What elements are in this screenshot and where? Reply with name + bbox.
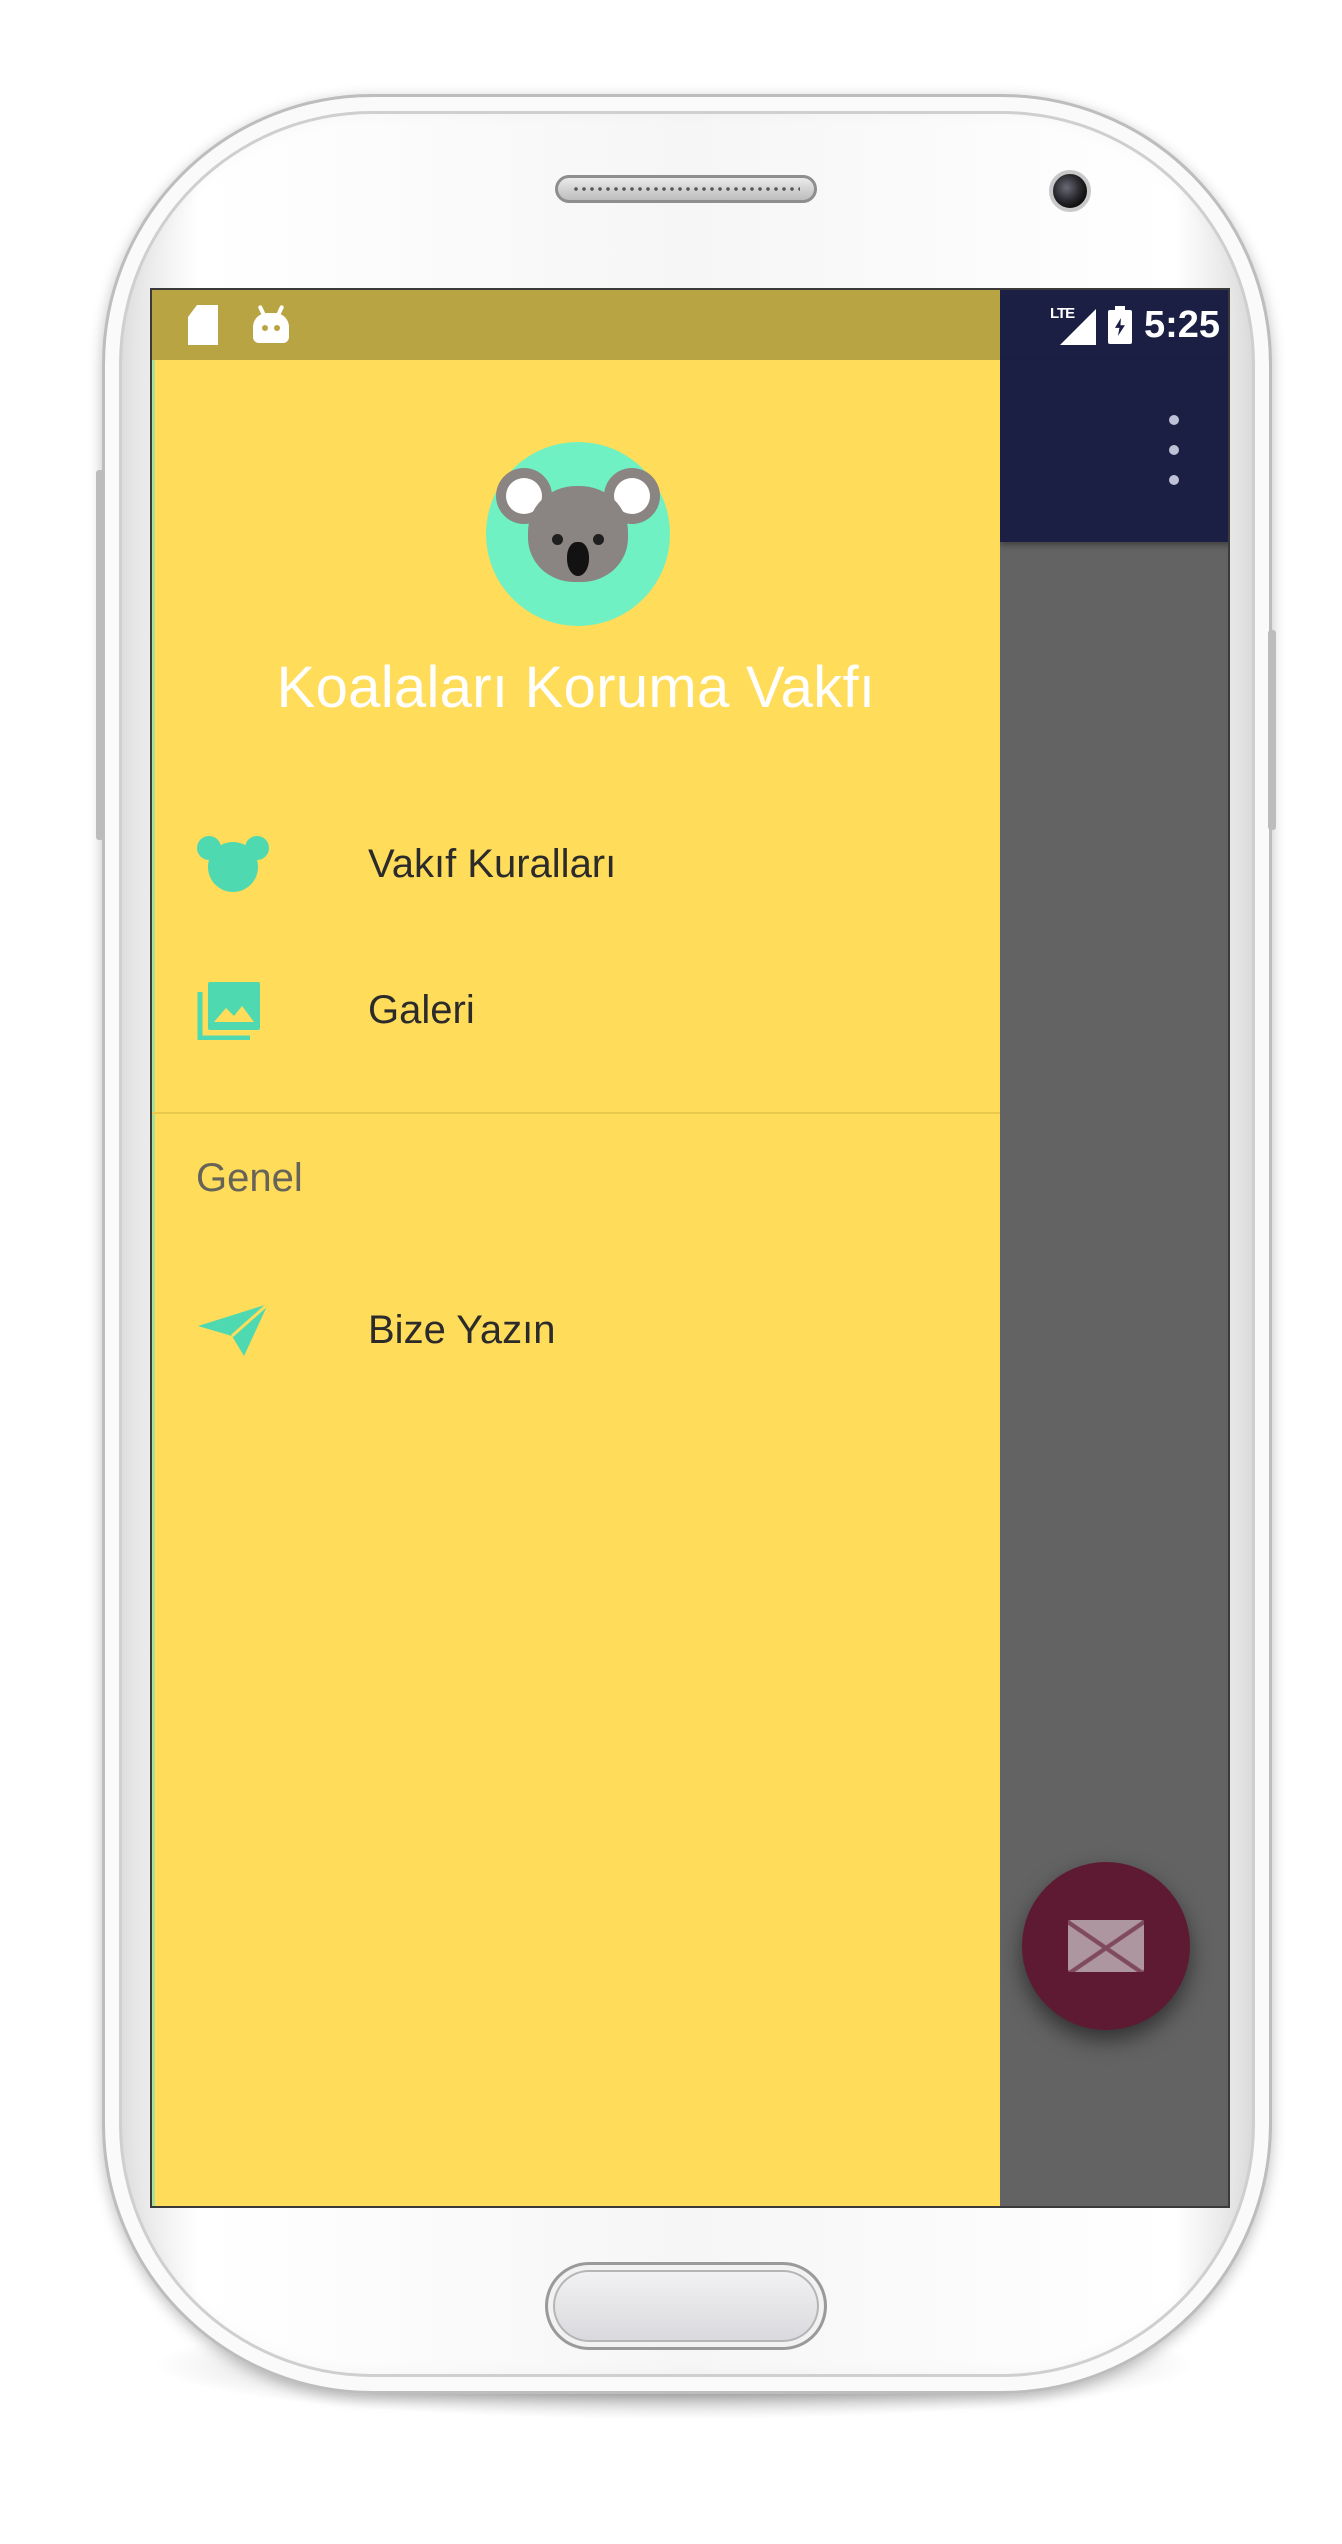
navigation-drawer: Koalaları Koruma Vakfı Vakıf Kuralları G… bbox=[152, 360, 1000, 2206]
phone-screen: LTE 5:25 Koalaları Koruma Vakfı Vakıf Ku… bbox=[150, 288, 1230, 2208]
signal-strength-icon bbox=[1059, 309, 1096, 345]
status-clock: 5:25 bbox=[1143, 303, 1220, 346]
drawer-section-header: Genel bbox=[196, 1156, 303, 1200]
drawer-item-galeri[interactable]: Galeri bbox=[152, 946, 1000, 1074]
drawer-divider bbox=[152, 1112, 1000, 1114]
speaker-grille bbox=[572, 185, 800, 193]
drawer-item-label: Bize Yazın bbox=[368, 1307, 556, 1352]
signal-icon: LTE bbox=[1050, 305, 1096, 345]
status-icons: LTE 5:25 bbox=[1000, 290, 1228, 360]
drawer-header-title: Koalaları Koruma Vakfı bbox=[276, 655, 876, 720]
app-bar bbox=[1000, 360, 1228, 542]
drawer-item-bize-yazin[interactable]: Bize Yazın bbox=[152, 1266, 1000, 1394]
drawer-item-label: Galeri bbox=[368, 987, 475, 1032]
earpiece-speaker bbox=[555, 175, 817, 203]
drawer-status-bar bbox=[152, 290, 1000, 360]
mail-icon bbox=[1068, 1920, 1144, 1972]
more-vert-icon[interactable] bbox=[1162, 415, 1186, 485]
phone-volume-button bbox=[96, 470, 104, 840]
battery-charging-icon bbox=[1107, 306, 1132, 344]
home-button[interactable] bbox=[545, 2262, 827, 2350]
compose-mail-fab[interactable] bbox=[1022, 1862, 1190, 2030]
drawer-item-vakif-kurallari[interactable]: Vakıf Kuralları bbox=[152, 800, 1000, 928]
koala-icon[interactable] bbox=[486, 442, 670, 626]
phone-power-button bbox=[1268, 630, 1276, 830]
front-camera bbox=[1049, 170, 1091, 212]
koala-head-icon bbox=[197, 836, 269, 892]
photo-library-icon bbox=[197, 982, 260, 1040]
send-icon bbox=[198, 1302, 269, 1356]
sd-card-icon bbox=[188, 305, 218, 345]
android-icon bbox=[252, 304, 290, 345]
drawer-item-label: Vakıf Kuralları bbox=[368, 841, 617, 886]
